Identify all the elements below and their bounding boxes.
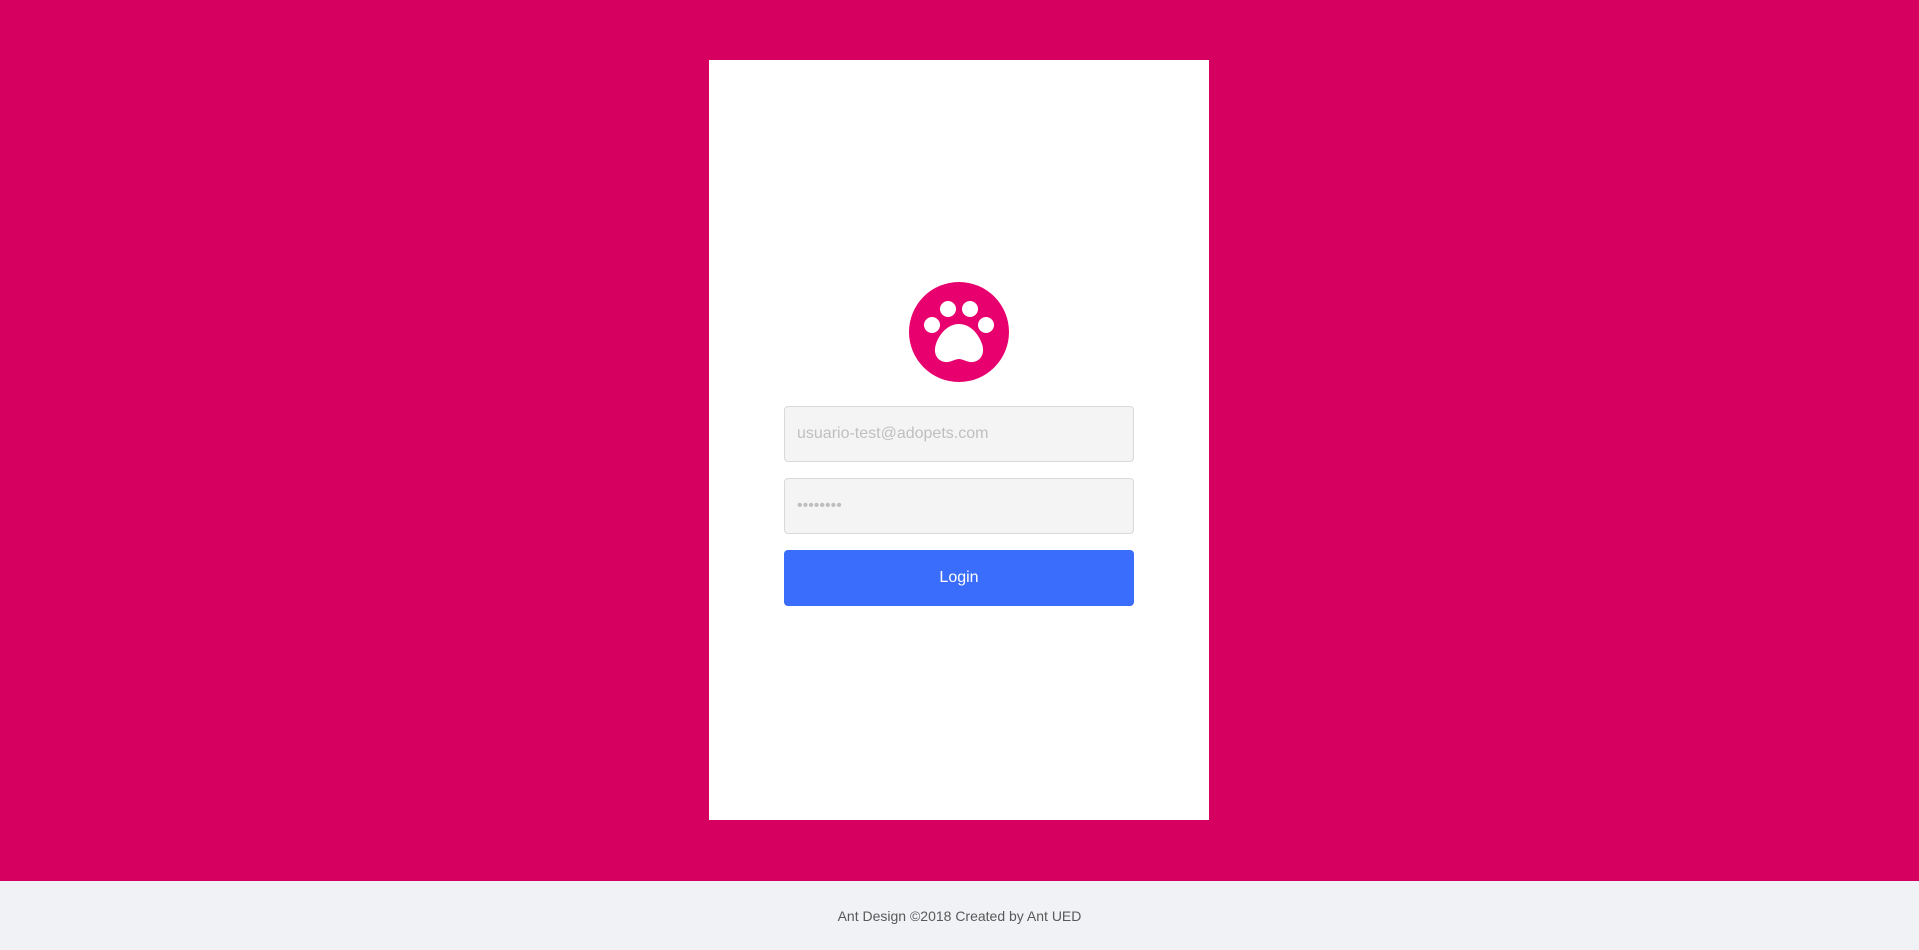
login-button[interactable]: Login [784, 550, 1134, 606]
footer: Ant Design ©2018 Created by Ant UED [0, 881, 1919, 950]
email-field[interactable] [784, 406, 1134, 462]
password-field[interactable] [784, 478, 1134, 534]
login-page: Login Ant Design ©2018 Created by Ant UE… [0, 0, 1919, 950]
paw-icon [909, 282, 1009, 382]
footer-text: Ant Design ©2018 Created by Ant UED [837, 907, 1082, 924]
